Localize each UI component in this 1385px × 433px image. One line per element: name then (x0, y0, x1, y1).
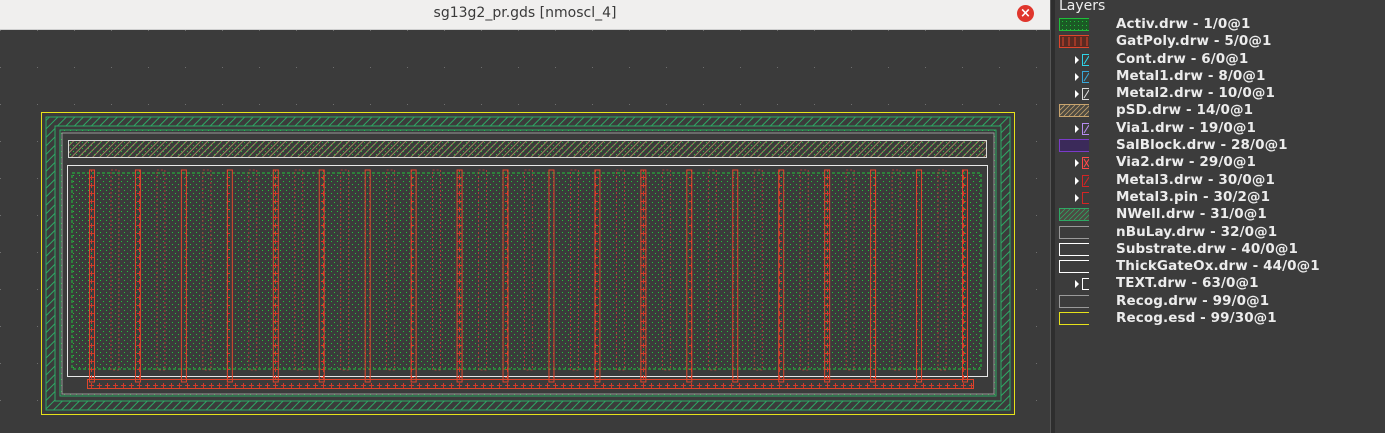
layer-swatch-icon (1075, 53, 1089, 66)
layer-name: SalBlock.drw - 28/0@1 (1116, 137, 1288, 154)
layer-row[interactable]: Via1.drw - 19/0@1 (1055, 119, 1385, 138)
layer-swatch-icon (1059, 225, 1089, 239)
layer-swatch-icon (1059, 260, 1089, 274)
close-icon[interactable]: × (1017, 5, 1034, 22)
layer-swatch-icon (1059, 35, 1089, 49)
layer-row[interactable]: pSD.drw - 14/0@1 (1055, 102, 1385, 120)
layer-row[interactable]: Via2.drw - 29/0@1 (1055, 154, 1385, 172)
layer-row[interactable]: SalBlock.drw - 28/0@1 (1055, 137, 1385, 155)
layer-row[interactable]: Metal3.pin - 30/2@1 (1055, 188, 1385, 207)
layer-name: Recog.drw - 99/0@1 (1116, 292, 1270, 309)
gate-poly-finger (916, 169, 923, 383)
layer-swatch-icon (1075, 88, 1089, 101)
layer-row[interactable]: Activ.drw - 1/0@1 (1055, 16, 1385, 34)
layer-swatch-icon (1059, 208, 1089, 222)
gate-poly-finger (89, 169, 95, 383)
gate-poly-finger (640, 169, 647, 383)
layer-swatch-icon (1059, 294, 1089, 308)
layer-swatch-icon (1059, 242, 1089, 256)
layer-swatch-icon (1075, 122, 1089, 135)
layer-swatch-icon (1075, 157, 1089, 170)
gate-poly-finger (870, 169, 877, 383)
bottom-gatpoly-bar (87, 379, 974, 389)
layout-window: sg13g2_pr.gds [nmoscl_4] × (0, 0, 1050, 433)
layer-name: Metal3.pin - 30/2@1 (1116, 188, 1271, 205)
window-title: sg13g2_pr.gds [nmoscl_4] (433, 5, 617, 21)
layer-row[interactable]: nBuLay.drw - 32/0@1 (1055, 223, 1385, 242)
layers-panel: Layers Activ.drw - 1/0@1 GatPoly.drw - 5/… (1055, 0, 1385, 433)
layer-row[interactable]: Metal3.drw - 30/0@1 (1055, 171, 1385, 190)
layer-swatch-icon (1075, 191, 1089, 204)
gate-poly-finger (410, 169, 417, 383)
layer-swatch-icon (1059, 312, 1089, 326)
layout-canvas[interactable] (0, 30, 1050, 433)
layer-name: Substrate.drw - 40/0@1 (1116, 240, 1298, 257)
layer-name: Recog.esd - 99/30@1 (1116, 310, 1277, 327)
gate-poly-finger (364, 169, 371, 383)
gate-poly-finger (594, 169, 601, 383)
layer-row[interactable]: Recog.esd - 99/30@1 (1055, 310, 1385, 328)
gate-poly-finger (318, 169, 325, 383)
layer-row[interactable]: GatPoly.drw - 5/0@1 (1055, 33, 1385, 51)
layer-name: Metal1.drw - 8/0@1 (1116, 67, 1266, 84)
gate-poly-finger (732, 169, 739, 383)
gate-poly-finger (226, 169, 233, 383)
layer-name: Via1.drw - 19/0@1 (1116, 119, 1256, 136)
gate-poly-finger (456, 169, 463, 383)
gate-poly-finger (962, 169, 968, 383)
layers-panel-title: Layers (1059, 0, 1106, 14)
layer-name: NWell.drw - 31/0@1 (1116, 206, 1267, 223)
gate-poly-finger (272, 169, 279, 383)
layer-name: GatPoly.drw - 5/0@1 (1116, 33, 1272, 50)
layer-row[interactable]: Metal2.drw - 10/0@1 (1055, 85, 1385, 103)
gate-poly-finger (180, 169, 187, 383)
layer-row[interactable]: NWell.drw - 31/0@1 (1055, 206, 1385, 224)
layer-swatch-icon (1075, 70, 1089, 83)
layer-name: TEXT.drw - 63/0@1 (1116, 275, 1259, 292)
gate-poly-finger (502, 169, 509, 383)
layer-swatch-icon (1059, 139, 1089, 153)
layer-swatch-icon (1059, 18, 1089, 31)
layer-name: Activ.drw - 1/0@1 (1116, 16, 1251, 32)
layer-row[interactable]: TEXT.drw - 63/0@1 (1055, 275, 1385, 293)
layer-row[interactable]: Cont.drw - 6/0@1 (1055, 50, 1385, 69)
layer-name: nBuLay.drw - 32/0@1 (1116, 223, 1278, 240)
window-titlebar: sg13g2_pr.gds [nmoscl_4] × (0, 0, 1050, 30)
gate-poly-finger (686, 169, 693, 383)
gate-poly-finger (134, 169, 141, 383)
gate-poly-finger (548, 169, 555, 383)
gate-poly-finger (824, 169, 831, 383)
layer-swatch-icon (1059, 104, 1089, 118)
layer-row[interactable]: Recog.drw - 99/0@1 (1055, 292, 1385, 311)
layer-name: ThickGateOx.drw - 44/0@1 (1116, 258, 1320, 275)
layer-name: Via2.drw - 29/0@1 (1116, 154, 1256, 171)
layer-name: pSD.drw - 14/0@1 (1116, 102, 1254, 119)
layer-name: Metal2.drw - 10/0@1 (1116, 85, 1276, 102)
layers-list: Activ.drw - 1/0@1 GatPoly.drw - 5/0@1 Cont… (1055, 16, 1385, 328)
layer-swatch-icon (1075, 278, 1089, 291)
layer-swatch-icon (1075, 174, 1089, 187)
layer-row[interactable]: ThickGateOx.drw - 44/0@1 (1055, 258, 1385, 276)
gate-poly-finger (778, 169, 785, 383)
layer-name: Metal3.drw - 30/0@1 (1116, 171, 1276, 188)
layer-name: Cont.drw - 6/0@1 (1116, 50, 1249, 67)
layer-row[interactable]: Substrate.drw - 40/0@1 (1055, 240, 1385, 259)
layer-row[interactable]: Metal1.drw - 8/0@1 (1055, 67, 1385, 86)
